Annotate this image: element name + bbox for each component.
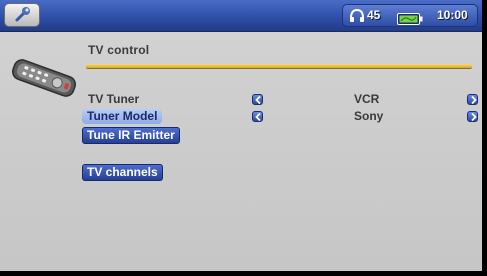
tv-tuner-prev-button[interactable] [252,94,263,105]
tv-tuner-next-button[interactable] [467,94,478,105]
battery-icon [397,10,423,29]
setting-tv-tuner-label[interactable]: TV Tuner [88,92,139,106]
top-bar: 45 10:00 [0,0,482,32]
title-divider [86,64,472,68]
headphones-icon [349,8,365,27]
clock: 10:00 [437,8,468,22]
device-frame: 45 10:00 TV control TV Tuner VCR Tuner M… [0,0,487,276]
setting-tv-tuner-value: VCR [354,92,380,106]
status-panel: 45 10:00 [342,4,478,27]
tune-ir-emitter-button[interactable]: Tune IR Emitter [82,127,180,144]
tuner-model-prev-button[interactable] [252,111,263,122]
screen: 45 10:00 TV control TV Tuner VCR Tuner M… [0,0,482,271]
setting-tuner-model-value: Sony [354,109,384,123]
settings-tools-button[interactable] [4,3,40,27]
tv-channels-button[interactable]: TV channels [82,164,163,181]
volume-level: 45 [367,8,381,22]
page-title: TV control [88,43,150,57]
setting-tuner-model-label[interactable]: Tuner Model [82,109,163,124]
tuner-model-next-button[interactable] [467,111,478,122]
remote-control-icon [8,56,80,104]
